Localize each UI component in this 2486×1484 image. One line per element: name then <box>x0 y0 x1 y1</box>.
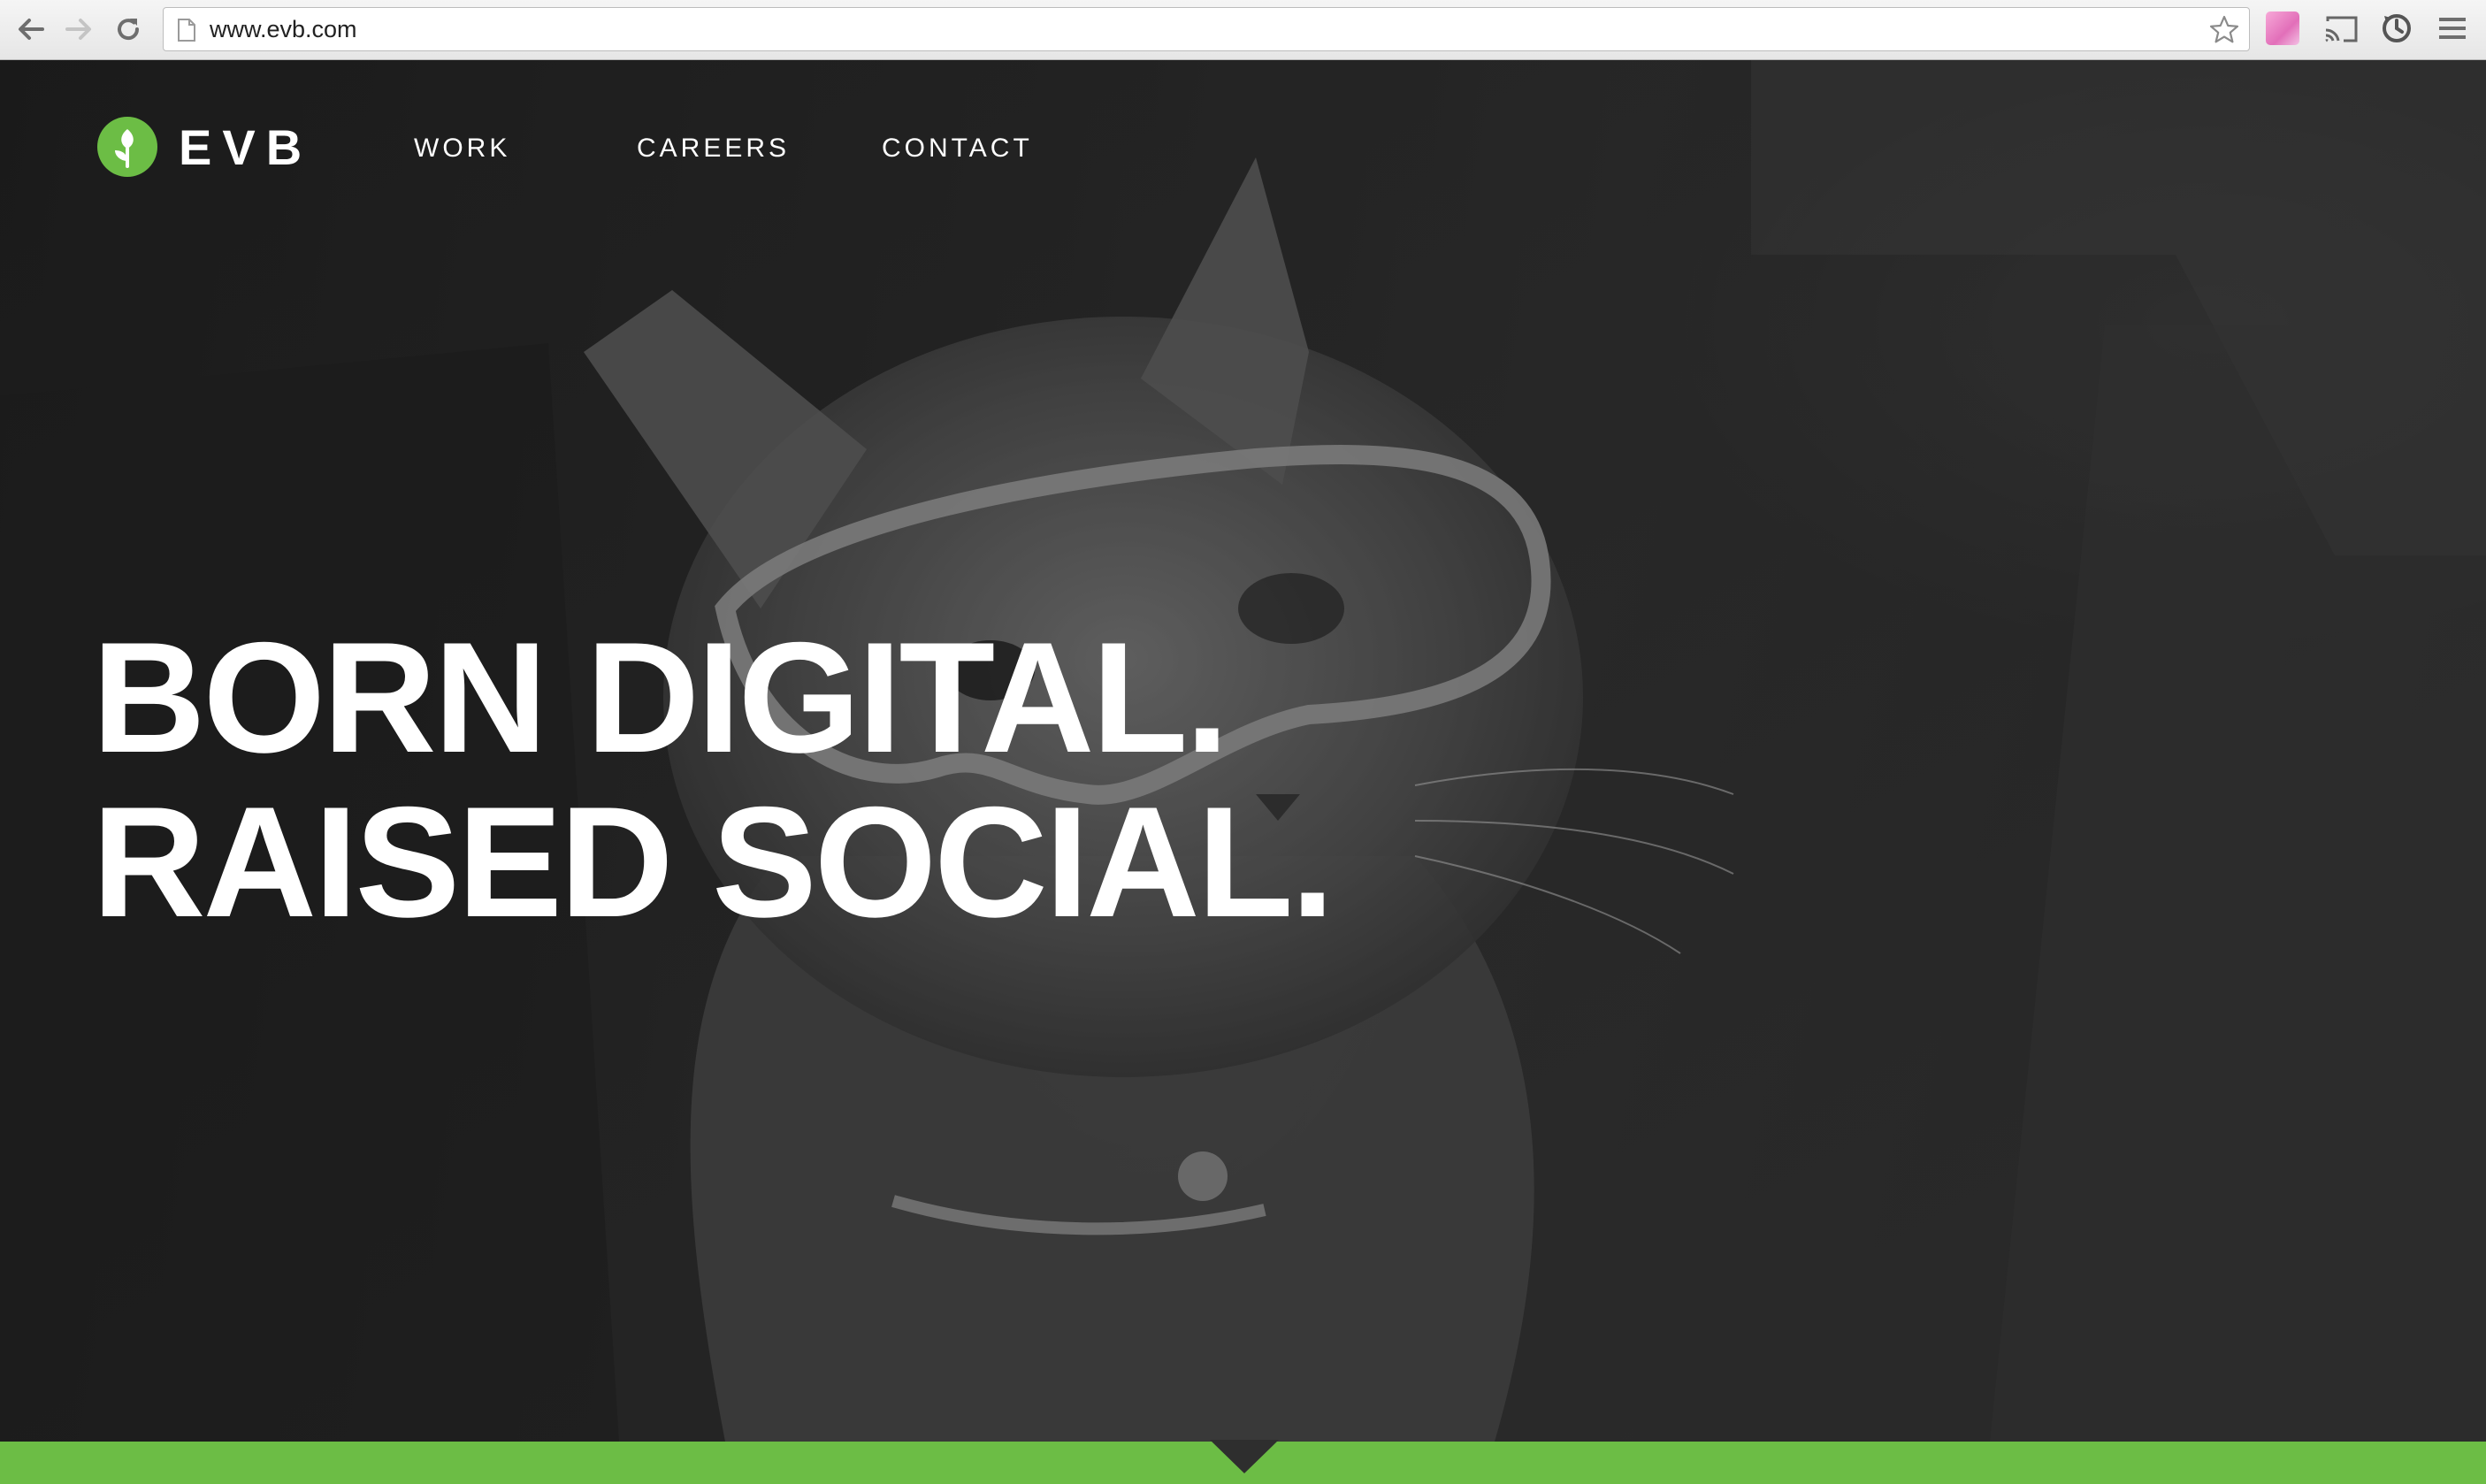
menu-button[interactable] <box>2437 14 2467 47</box>
leaf-logo-icon <box>97 117 157 177</box>
hamburger-menu-icon <box>2439 18 2466 39</box>
arrow-right-icon <box>65 19 91 40</box>
address-bar[interactable]: www.evb.com <box>163 7 2250 51</box>
headline-line-1: BORN DIGITAL. <box>92 609 1229 785</box>
brand-name: EVB <box>179 119 313 175</box>
sync-icon <box>2383 14 2411 42</box>
nav-careers[interactable]: CAREERS <box>637 129 790 168</box>
extension-icon <box>2266 11 2299 45</box>
back-button[interactable] <box>12 11 50 48</box>
reload-button[interactable] <box>110 11 147 48</box>
hero-headline: BORN DIGITAL. RAISED SOCIAL. <box>92 609 1335 950</box>
nav-contact[interactable]: CONTACT <box>882 129 1033 168</box>
headline-line-2: RAISED SOCIAL. <box>92 774 1335 950</box>
reload-icon <box>118 19 140 41</box>
forward-button[interactable] <box>60 11 97 48</box>
arrow-left-icon <box>19 19 44 40</box>
hero-section: EVB WORK CAREERS CONTACT BORN DIGITAL. R… <box>0 60 2486 1442</box>
star-icon[interactable] <box>2208 14 2240 46</box>
site-logo[interactable]: EVB <box>96 113 312 180</box>
scroll-down-notch-icon[interactable] <box>1210 1440 1279 1475</box>
cast-button[interactable] <box>2322 14 2360 49</box>
extension-button[interactable] <box>2266 11 2299 45</box>
page-icon <box>178 19 195 42</box>
url-text[interactable]: www.evb.com <box>210 8 357 50</box>
cast-icon <box>2325 16 2358 42</box>
sync-button[interactable] <box>2379 11 2414 50</box>
nav-work[interactable]: WORK <box>414 129 510 168</box>
browser-toolbar: www.evb.com <box>0 0 2486 60</box>
